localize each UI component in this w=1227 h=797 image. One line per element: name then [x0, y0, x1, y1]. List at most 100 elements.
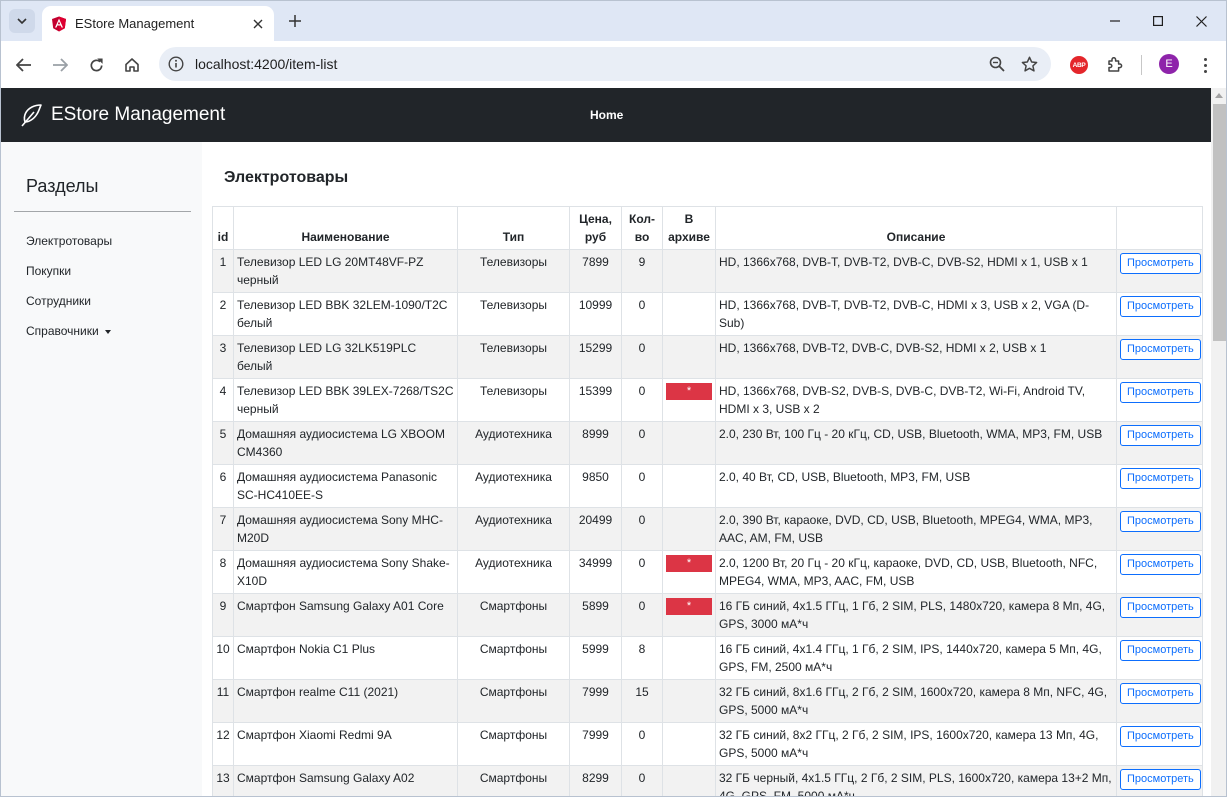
- cell-id: 5: [212, 421, 234, 465]
- tab-search-button[interactable]: [9, 9, 35, 33]
- new-tab-icon[interactable]: [284, 10, 306, 32]
- view-item-button[interactable]: Просмотреть: [1120, 726, 1201, 747]
- reload-icon[interactable]: [83, 52, 109, 78]
- table-body: 1 Телевизор LED LG 20MT48VF-PZ черный Теле…: [212, 249, 1203, 796]
- cell-archived: [662, 292, 716, 336]
- view-item-button[interactable]: Просмотреть: [1120, 769, 1201, 790]
- cell-name: Домашняя аудиосистема LG XBOOM CM4360: [233, 421, 458, 465]
- cell-type: Телевизоры: [457, 249, 570, 293]
- table-row: 7 Домашняя аудиосистема Sony MHC-M20D Ауди…: [212, 507, 1203, 551]
- cell-price: 7899: [569, 249, 622, 293]
- cell-qty: 0: [621, 593, 663, 637]
- adblock-icon[interactable]: ABP: [1068, 54, 1090, 76]
- view-item-button[interactable]: Просмотреть: [1120, 511, 1201, 532]
- cell-archived: *: [662, 593, 716, 637]
- scroll-up-icon[interactable]: [1215, 93, 1223, 98]
- cell-id: 10: [212, 636, 234, 680]
- table-row: 13 Смартфон Samsung Galaxy A02 Смартфоны 82…: [212, 765, 1203, 796]
- browser-tab[interactable]: EStore Management: [42, 6, 274, 41]
- cell-qty: 0: [621, 292, 663, 336]
- table-row: 12 Смартфон Xiaomi Redmi 9A Смартфоны 7999 0…: [212, 722, 1203, 766]
- forward-arrow-icon[interactable]: [47, 52, 73, 78]
- address-bar[interactable]: localhost:4200/item-list: [159, 47, 1051, 81]
- sidebar-title: Разделы: [26, 176, 99, 196]
- view-item-button[interactable]: Просмотреть: [1120, 425, 1201, 446]
- cell-price: 15299: [569, 335, 622, 379]
- cell-name: Домашняя аудиосистема Sony Shake-X10D: [233, 550, 458, 594]
- view-item-button[interactable]: Просмотреть: [1120, 296, 1201, 317]
- cell-price: 15399: [569, 378, 622, 422]
- cell-actions: Просмотреть: [1116, 722, 1203, 766]
- bookmark-star-icon[interactable]: [1020, 55, 1038, 73]
- cell-name: Телевизор LED BBK 39LEX-7268/TS2C черный: [233, 378, 458, 422]
- cell-id: 13: [212, 765, 234, 796]
- view-item-button[interactable]: Просмотреть: [1120, 253, 1201, 274]
- table-row: 3 Телевизор LED LG 32LK519PLC белый Телеви…: [212, 335, 1203, 379]
- sidebar-item-purchases[interactable]: Покупки: [26, 264, 71, 278]
- cell-archived: [662, 464, 716, 508]
- cell-id: 2: [212, 292, 234, 336]
- angular-favicon-icon: [51, 16, 67, 32]
- profile-initial: E: [1165, 58, 1173, 70]
- cell-type: Телевизоры: [457, 335, 570, 379]
- cell-description: HD, 1366x768, DVB-T, DVB-T2, DVB-C, HDMI…: [715, 292, 1117, 336]
- browser-menu-icon[interactable]: [1199, 54, 1211, 76]
- cell-archived: *: [662, 550, 716, 594]
- close-window-icon[interactable]: [1190, 10, 1212, 32]
- table-row: 1 Телевизор LED LG 20MT48VF-PZ черный Теле…: [212, 249, 1203, 293]
- scrollbar-thumb[interactable]: [1213, 104, 1226, 341]
- zoom-icon[interactable]: [988, 55, 1006, 73]
- cell-description: HD, 1366x768, DVB-T2, DVB-C, DVB-S2, HDM…: [715, 335, 1117, 379]
- view-item-button[interactable]: Просмотреть: [1120, 554, 1201, 575]
- cell-archived: [662, 636, 716, 680]
- table-row: 9 Смартфон Samsung Galaxy A01 Core Смартфо…: [212, 593, 1203, 637]
- cell-id: 3: [212, 335, 234, 379]
- tab-strip: EStore Management: [1, 1, 1226, 41]
- extensions-puzzle-icon[interactable]: [1104, 54, 1126, 76]
- cell-description: 2.0, 1200 Вт, 20 Гц - 20 кГц, караоке, D…: [715, 550, 1117, 594]
- sidebar: Разделы Электротовары Покупки Сотрудники…: [1, 142, 202, 796]
- col-header-actions: [1116, 206, 1203, 250]
- table-row: 8 Домашняя аудиосистема Sony Shake-X10D Ау…: [212, 550, 1203, 594]
- feather-icon: [19, 101, 43, 129]
- view-item-button[interactable]: Просмотреть: [1120, 339, 1201, 360]
- cell-actions: Просмотреть: [1116, 679, 1203, 723]
- cell-actions: Просмотреть: [1116, 507, 1203, 551]
- cell-name: Телевизор LED LG 20MT48VF-PZ черный: [233, 249, 458, 293]
- cell-id: 12: [212, 722, 234, 766]
- sidebar-item-electronics[interactable]: Электротовары: [26, 234, 112, 248]
- table-row: 5 Домашняя аудиосистема LG XBOOM CM4360 Ау…: [212, 421, 1203, 465]
- maximize-icon[interactable]: [1147, 10, 1169, 32]
- cell-type: Смартфоны: [457, 636, 570, 680]
- cell-name: Телевизор LED LG 32LK519PLC белый: [233, 335, 458, 379]
- cell-qty: 0: [621, 378, 663, 422]
- view-item-button[interactable]: Просмотреть: [1120, 597, 1201, 618]
- cell-actions: Просмотреть: [1116, 593, 1203, 637]
- profile-avatar[interactable]: E: [1159, 54, 1179, 74]
- cell-name: Телевизор LED BBK 32LEM-1090/T2C белый: [233, 292, 458, 336]
- nav-link-home[interactable]: Home: [590, 108, 623, 122]
- cell-name: Домашняя аудиосистема Panasonic SC-HC410…: [233, 464, 458, 508]
- sidebar-item-references[interactable]: Справочники: [26, 324, 111, 338]
- cell-type: Аудиотехника: [457, 550, 570, 594]
- cell-archived: [662, 249, 716, 293]
- cell-type: Смартфоны: [457, 765, 570, 796]
- cell-archived: [662, 335, 716, 379]
- view-item-button[interactable]: Просмотреть: [1120, 468, 1201, 489]
- col-header-description: Описание: [715, 206, 1117, 250]
- sidebar-item-employees[interactable]: Сотрудники: [26, 294, 91, 308]
- site-info-icon[interactable]: [167, 55, 185, 73]
- adblock-label: ABP: [1070, 56, 1088, 74]
- back-arrow-icon[interactable]: [11, 52, 37, 78]
- app-brand[interactable]: EStore Management: [19, 101, 225, 129]
- cell-id: 6: [212, 464, 234, 508]
- home-icon[interactable]: [119, 52, 145, 78]
- view-item-button[interactable]: Просмотреть: [1120, 382, 1201, 403]
- page-scrollbar[interactable]: [1211, 88, 1226, 796]
- cell-description: 2.0, 40 Вт, CD, USB, Bluetooth, MP3, FM,…: [715, 464, 1117, 508]
- minimize-icon[interactable]: [1104, 10, 1126, 32]
- cell-archived: [662, 507, 716, 551]
- view-item-button[interactable]: Просмотреть: [1120, 640, 1201, 661]
- close-tab-icon[interactable]: [248, 14, 268, 34]
- view-item-button[interactable]: Просмотреть: [1120, 683, 1201, 704]
